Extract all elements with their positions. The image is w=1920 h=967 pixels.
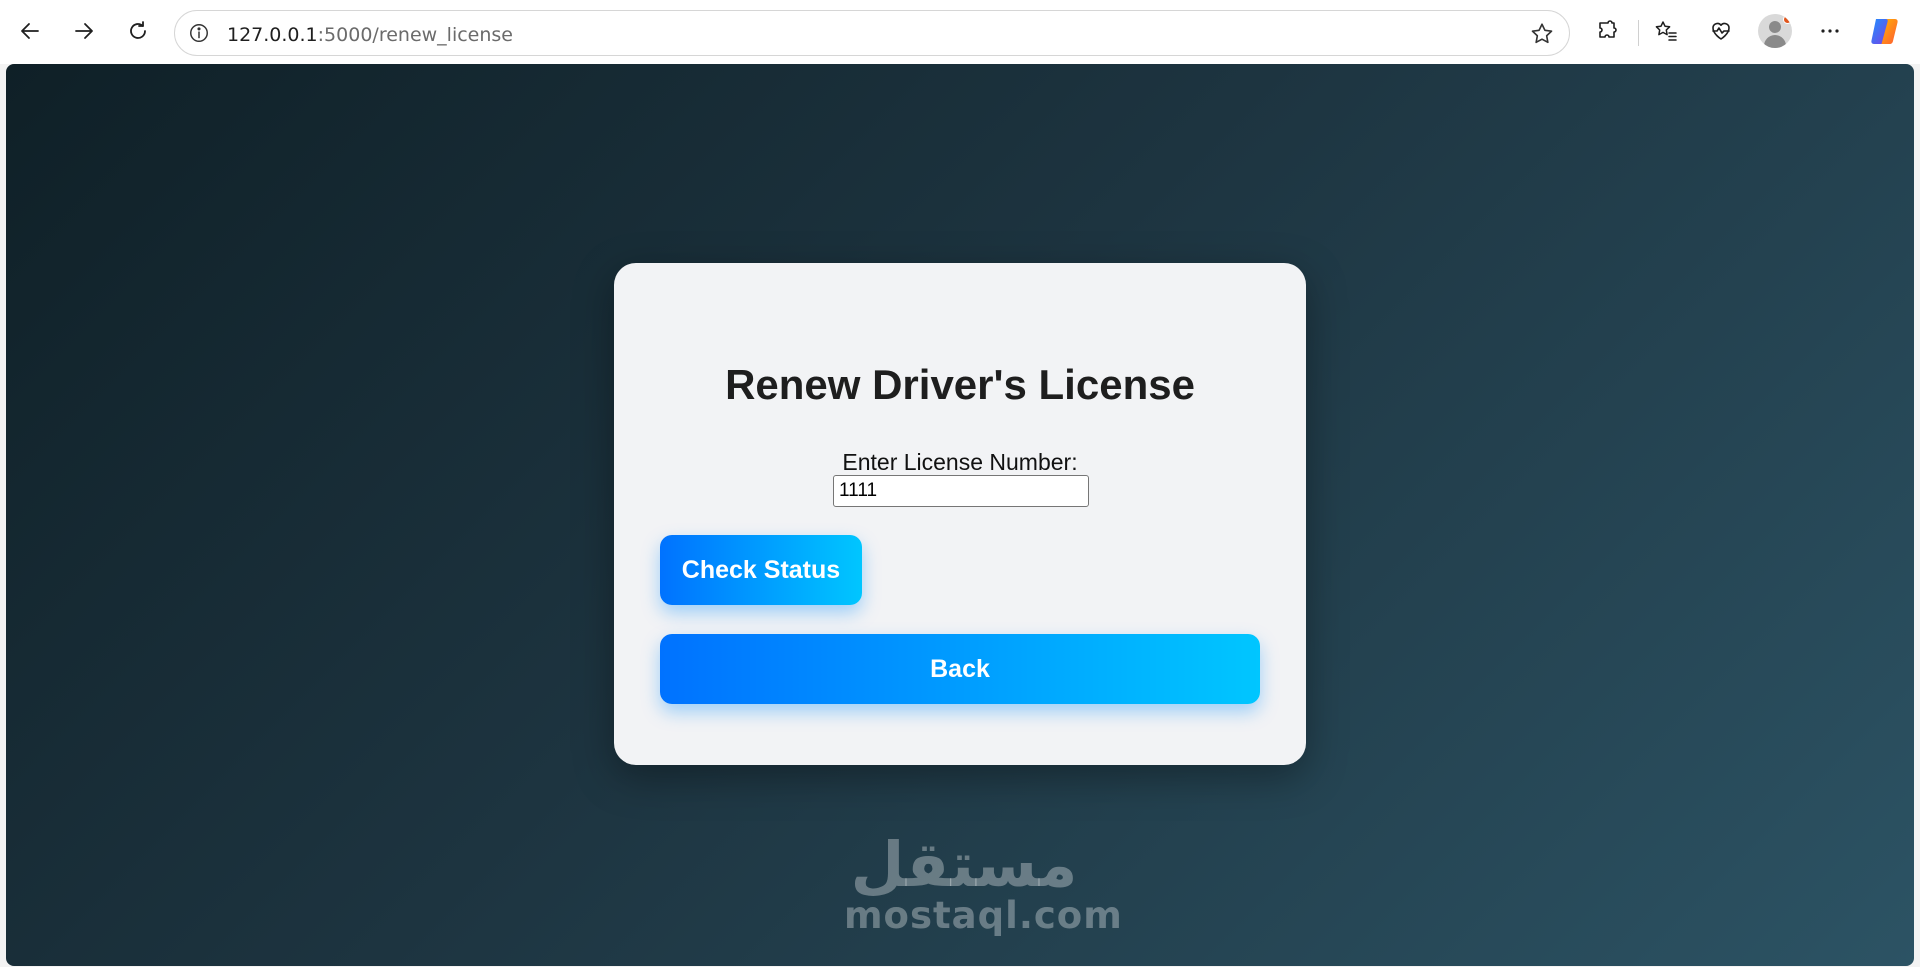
url-text[interactable]: 127.0.0.1:5000/renew_license [227, 24, 513, 46]
avatar-head [1769, 21, 1781, 33]
watermark-arabic-text: مستقل [850, 828, 1078, 901]
check-status-button[interactable]: Check Status [660, 535, 862, 605]
license-number-input[interactable] [833, 475, 1089, 507]
heart-pulse-icon [1712, 22, 1730, 40]
copilot-icon [1871, 19, 1898, 44]
toolbar-separator [1638, 20, 1639, 46]
renew-license-card: Renew Driver's License Enter License Num… [614, 263, 1306, 765]
url-host: 127.0.0.1 [227, 24, 318, 46]
forward-nav-button[interactable] [67, 14, 101, 48]
profile-avatar[interactable] [1758, 14, 1792, 48]
back-button[interactable]: Back [660, 634, 1260, 704]
puzzle-icon [1599, 20, 1617, 38]
license-number-label: Enter License Number: [842, 449, 1078, 475]
avatar-body [1764, 35, 1786, 48]
back-nav-button[interactable] [13, 14, 47, 48]
extensions-button[interactable] [1591, 14, 1625, 48]
site-info-icon[interactable] [187, 21, 211, 45]
url-path: :5000/renew_license [317, 24, 513, 46]
watermark-latin-text: mostaql.com [844, 894, 1123, 937]
browser-toolbar: 127.0.0.1:5000/renew_license [0, 0, 1920, 64]
arrow-left-icon [21, 23, 39, 39]
favorites-button[interactable] [1649, 14, 1683, 48]
copilot-button[interactable] [1868, 14, 1902, 48]
favorite-star-icon[interactable] [1529, 21, 1555, 47]
address-bar[interactable]: 127.0.0.1:5000/renew_license [174, 10, 1570, 56]
favorites-list-icon [1655, 21, 1677, 41]
more-menu-button[interactable] [1813, 14, 1847, 48]
reload-button[interactable] [121, 14, 155, 48]
more-dots-icon [1821, 29, 1839, 33]
page-title: Renew Driver's License [725, 361, 1195, 408]
page-viewport: Renew Driver's License Enter License Num… [6, 64, 1914, 966]
reload-icon [130, 21, 146, 39]
mostaql-watermark: مستقل mostaql.com [844, 828, 1123, 944]
arrow-right-icon [75, 23, 93, 39]
browser-essentials-button[interactable] [1704, 14, 1738, 48]
notification-dot [1783, 15, 1792, 24]
